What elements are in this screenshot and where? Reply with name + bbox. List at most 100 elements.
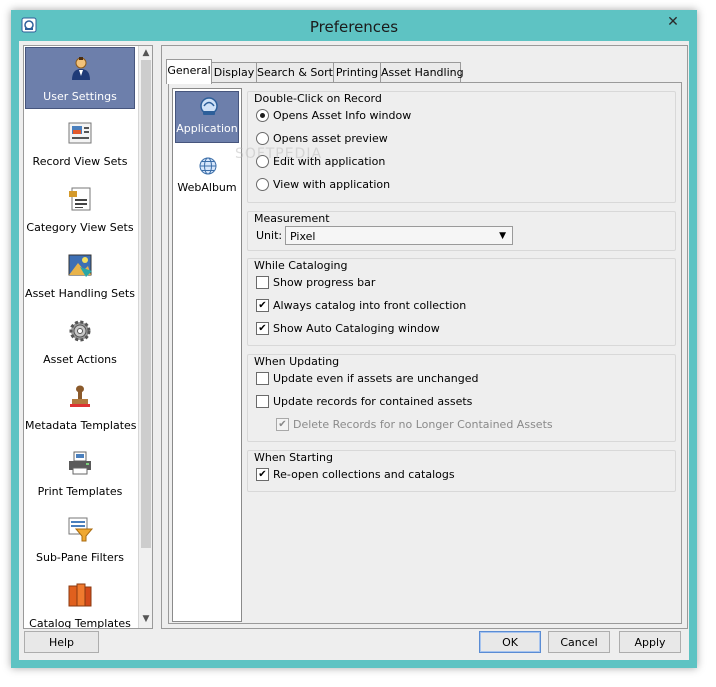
double-click-group: Double-Click on Record Opens Asset Info … <box>247 91 676 203</box>
sidebar-item-catalog-templates[interactable]: Catalog Templates <box>25 575 135 629</box>
group-title: When Starting <box>254 451 333 464</box>
option-label: Show Auto Cataloging window <box>273 322 440 335</box>
application-icon <box>200 97 218 115</box>
checkbox-update-even-unchanged[interactable]: Update even if assets are unchanged <box>256 371 478 387</box>
sub-item-label: Application <box>176 122 238 135</box>
tab-general[interactable]: General <box>166 59 212 84</box>
scrollbar-thumb[interactable] <box>141 60 151 548</box>
radio-button[interactable] <box>256 154 269 168</box>
catalog-books-icon <box>68 583 92 607</box>
sidebar-item-label: Sub-Pane Filters <box>36 551 124 564</box>
sidebar-item-print-templates[interactable]: Print Templates <box>25 443 135 505</box>
checkbox[interactable]: ✔ <box>256 321 269 335</box>
scroll-down-icon[interactable]: ▼ <box>139 612 152 626</box>
option-label: Edit with application <box>273 155 386 168</box>
measurement-group: Measurement Unit: Pixel ▼ <box>247 211 676 251</box>
sidebar-item-metadata-templates[interactable]: Metadata Templates <box>25 377 137 439</box>
preferences-sidebar: User Settings Record View Sets Category … <box>23 45 153 629</box>
printer-icon <box>69 451 91 475</box>
tab-printing[interactable]: Printing <box>333 62 381 83</box>
checkbox[interactable] <box>256 275 269 289</box>
help-button[interactable]: Help <box>24 631 99 653</box>
checkbox[interactable]: ✔ <box>256 298 269 312</box>
gear-icon <box>69 320 91 342</box>
option-label: Opens Asset Info window <box>273 109 412 122</box>
title-bar[interactable]: Preferences ✕ <box>11 10 697 41</box>
option-label: Opens asset preview <box>273 132 388 145</box>
sub-item-webalbum[interactable]: WebAlbum <box>175 151 239 203</box>
radio-opens-asset-info[interactable]: Opens Asset Info window <box>256 108 411 124</box>
sidebar-item-sub-pane-filters[interactable]: Sub-Pane Filters <box>25 509 135 571</box>
category-view-icon <box>69 187 91 211</box>
window-title: Preferences <box>309 18 399 36</box>
preferences-main-panel: General Display Search & Sort Printing A… <box>161 45 688 629</box>
scroll-up-icon[interactable]: ▲ <box>139 46 152 60</box>
option-label: Update even if assets are unchanged <box>273 372 479 385</box>
stamp-icon <box>70 385 90 407</box>
radio-button[interactable] <box>256 108 269 122</box>
checkbox-update-contained-assets[interactable]: Update records for contained assets <box>256 394 472 410</box>
close-icon[interactable]: ✕ <box>656 12 690 32</box>
while-cataloging-group: While Cataloging Show progress bar ✔ Alwa… <box>247 258 676 346</box>
record-view-icon <box>68 122 92 144</box>
globe-icon <box>199 157 217 175</box>
preferences-window: Preferences ✕ User Settings Record View … <box>11 10 697 668</box>
checkbox-always-catalog-front[interactable]: ✔ Always catalog into front collection <box>256 298 466 314</box>
general-sub-list: Application WebAlbum <box>172 88 242 622</box>
sub-item-label: WebAlbum <box>177 181 237 194</box>
sidebar-item-label: Print Templates <box>37 485 123 498</box>
option-label: View with application <box>273 178 391 191</box>
option-label: Delete Records for no Longer Contained A… <box>293 418 553 431</box>
filter-icon <box>68 517 94 542</box>
client-area: User Settings Record View Sets Category … <box>19 41 689 660</box>
apply-button[interactable]: Apply <box>619 631 681 653</box>
tab-search-sort[interactable]: Search & Sort <box>256 62 334 83</box>
sidebar-item-label: Asset Handling Sets <box>25 287 135 300</box>
group-title: Measurement <box>254 212 330 225</box>
option-label: Update records for contained assets <box>273 395 473 408</box>
sidebar-item-user-settings[interactable]: User Settings <box>25 47 135 109</box>
radio-opens-asset-preview[interactable]: Opens asset preview <box>256 131 388 147</box>
sidebar-item-category-view-sets[interactable]: Category View Sets <box>25 179 135 241</box>
general-tab-content: Application WebAlbum Double-Click on Rec… <box>168 82 682 624</box>
checkbox[interactable] <box>256 394 269 408</box>
unit-select[interactable]: Pixel ▼ <box>285 226 513 245</box>
cancel-button[interactable]: Cancel <box>548 631 610 653</box>
radio-button[interactable] <box>256 177 269 191</box>
sub-item-application[interactable]: Application <box>175 91 239 143</box>
radio-view-with-application[interactable]: View with application <box>256 177 390 193</box>
sidebar-item-label: Category View Sets <box>26 221 134 234</box>
checkbox-show-progress-bar[interactable]: Show progress bar <box>256 275 375 291</box>
sidebar-item-label: Metadata Templates <box>25 419 137 432</box>
ok-button[interactable]: OK <box>479 631 541 653</box>
checkbox[interactable]: ✔ <box>276 417 289 431</box>
checkbox-delete-records-no-longer-contained[interactable]: ✔ Delete Records for no Longer Contained … <box>276 417 553 433</box>
when-updating-group: When Updating Update even if assets are … <box>247 354 676 442</box>
sidebar-item-asset-handling-sets[interactable]: Asset Handling Sets <box>25 245 135 307</box>
asset-handling-icon <box>68 254 92 277</box>
tab-display[interactable]: Display <box>211 62 257 83</box>
option-label: Re-open collections and catalogs <box>273 468 455 481</box>
option-label: Show progress bar <box>273 276 376 289</box>
checkbox-show-auto-cataloging[interactable]: ✔ Show Auto Cataloging window <box>256 321 440 337</box>
tab-asset-handling[interactable]: Asset Handling <box>380 62 464 83</box>
option-label: Always catalog into front collection <box>273 299 467 312</box>
sidebar-scrollbar[interactable]: ▲ ▼ <box>138 46 152 628</box>
when-starting-group: When Starting ✔ Re-open collections and c… <box>247 450 676 492</box>
checkbox[interactable] <box>256 371 269 385</box>
sidebar-item-label: Record View Sets <box>32 155 128 168</box>
group-title: Double-Click on Record <box>254 92 382 105</box>
sidebar-item-label: Asset Actions <box>43 353 117 366</box>
sidebar-item-asset-actions[interactable]: Asset Actions <box>25 311 135 373</box>
group-title: While Cataloging <box>254 259 348 272</box>
sidebar-item-label: Catalog Templates <box>29 617 131 629</box>
sidebar-item-label: User Settings <box>43 90 117 103</box>
radio-edit-with-application[interactable]: Edit with application <box>256 154 385 170</box>
unit-label: Unit: <box>256 229 283 242</box>
user-icon <box>72 57 90 80</box>
checkbox[interactable]: ✔ <box>256 467 269 481</box>
radio-button[interactable] <box>256 131 269 145</box>
checkbox-reopen-collections[interactable]: ✔ Re-open collections and catalogs <box>256 467 455 483</box>
sidebar-item-record-view-sets[interactable]: Record View Sets <box>25 113 135 175</box>
unit-select-value: Pixel <box>290 230 316 243</box>
